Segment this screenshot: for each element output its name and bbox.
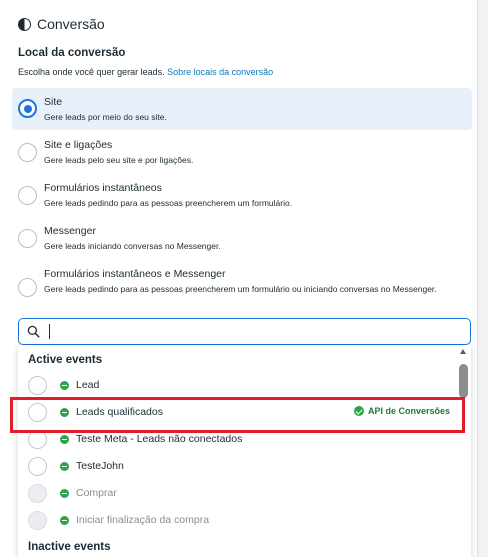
half-circle-icon <box>18 17 31 31</box>
event-radio <box>28 511 47 530</box>
events-dropdown: Active events Lead Leads qualificados AP… <box>18 345 471 557</box>
option-title: Site e ligações <box>44 139 113 151</box>
option-instant-forms-and-messenger[interactable]: Formulários instantâneos e Messenger Ger… <box>12 264 472 312</box>
event-radio <box>28 484 47 503</box>
search-icon <box>27 325 40 338</box>
radio-instant-forms-and-messenger[interactable] <box>18 278 37 297</box>
option-title: Messenger <box>44 225 96 237</box>
option-description: Gere leads pedindo para as pessoas preen… <box>44 198 293 208</box>
option-site-and-calls[interactable]: Site e ligações Gere leads pelo seu site… <box>12 135 472 175</box>
option-messenger[interactable]: Messenger Gere leads iniciando conversas… <box>12 221 472 261</box>
active-status-icon <box>60 462 69 471</box>
option-description: Gere leads pelo seu site e por ligações. <box>44 155 194 165</box>
inactive-events-heading: Inactive events <box>28 541 111 553</box>
event-name: Leads qualificados <box>76 406 163 418</box>
event-row-iniciar-finalizacao: Iniciar finalização da compra <box>18 507 456 534</box>
radio-site[interactable] <box>18 99 37 118</box>
active-status-icon <box>60 381 69 390</box>
text-caret <box>49 324 50 339</box>
active-status-icon <box>60 516 69 525</box>
event-row-comprar: Comprar <box>18 480 456 507</box>
conversions-api-badge: API de Conversões <box>353 406 450 416</box>
radio-site-and-calls[interactable] <box>18 143 37 162</box>
radio-messenger[interactable] <box>18 229 37 248</box>
conversion-location-label: Local da conversão <box>18 47 126 59</box>
event-name: Lead <box>76 379 100 391</box>
option-description: Gere leads iniciando conversas no Messen… <box>44 241 221 251</box>
option-description: Gere leads pedindo para as pessoas preen… <box>44 284 437 294</box>
radio-instant-forms[interactable] <box>18 186 37 205</box>
scrollbar-thumb[interactable] <box>459 364 468 398</box>
option-title: Formulários instantâneos <box>44 182 162 194</box>
badge-label: API de Conversões <box>367 406 450 416</box>
event-search-field[interactable] <box>18 318 471 345</box>
event-radio[interactable] <box>28 430 47 449</box>
description-text: Escolha onde você quer gerar leads. <box>18 67 165 77</box>
event-name: TesteJohn <box>76 460 124 472</box>
event-row-testejohn[interactable]: TesteJohn <box>18 453 456 480</box>
event-row-teste-meta[interactable]: Teste Meta - Leads não conectados <box>18 426 456 453</box>
option-title: Formulários instantâneos e Messenger <box>44 268 226 280</box>
event-name: Iniciar finalização da compra <box>76 514 210 526</box>
check-circle-icon <box>353 406 364 416</box>
event-radio[interactable] <box>28 403 47 422</box>
active-status-icon <box>60 435 69 444</box>
event-name: Teste Meta - Leads não conectados <box>76 433 243 445</box>
option-instant-forms[interactable]: Formulários instantâneos Gere leads pedi… <box>12 178 472 218</box>
section-header: Conversão <box>18 16 105 32</box>
event-row-lead[interactable]: Lead <box>18 372 456 399</box>
scroll-up-arrow-icon[interactable] <box>460 349 466 354</box>
option-title: Site <box>44 96 63 108</box>
active-events-heading: Active events <box>28 354 103 366</box>
event-row-leads-qualificados[interactable]: Leads qualificados API de Conversões <box>18 399 456 426</box>
section-title: Conversão <box>37 16 105 32</box>
active-status-icon <box>60 489 69 498</box>
event-name: Comprar <box>76 487 117 499</box>
conversion-location-description: Escolha onde você quer gerar leads. Sobr… <box>18 67 273 77</box>
active-status-icon <box>60 408 69 417</box>
option-description: Gere leads por meio do seu site. <box>44 112 167 122</box>
option-site[interactable]: Site Gere leads por meio do seu site. <box>12 88 472 130</box>
conversion-panel: Conversão Local da conversão Escolha ond… <box>0 0 478 557</box>
about-locations-link[interactable]: Sobre locais da conversão <box>167 67 273 77</box>
event-radio[interactable] <box>28 457 47 476</box>
event-radio[interactable] <box>28 376 47 395</box>
event-search-input[interactable] <box>47 322 462 341</box>
